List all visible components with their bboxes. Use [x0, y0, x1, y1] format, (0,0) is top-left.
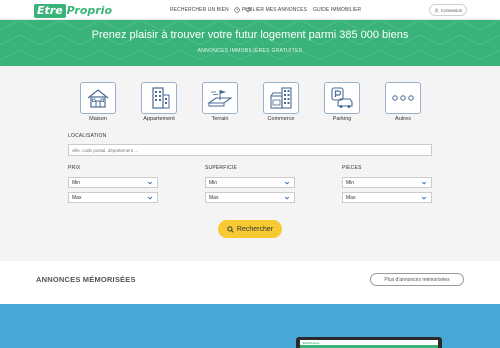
type-tile[interactable] — [385, 82, 421, 114]
nav-real-estate-guide[interactable]: GUIDE IMMOBILIER — [313, 0, 361, 20]
type-label: Commerce — [267, 116, 295, 122]
search-button-label: Rechercher — [236, 225, 274, 233]
nav-publish-listings[interactable]: PUBLIER MES ANNONCES — [242, 0, 307, 20]
surface-max-select[interactable]: Max — [205, 192, 295, 203]
surface-min-select[interactable]: Min — [205, 177, 295, 188]
type-tile[interactable] — [263, 82, 299, 114]
user-icon — [434, 8, 439, 13]
land-plot-icon — [207, 90, 233, 107]
laptop-illustration: EtreProprio — [296, 337, 442, 348]
chevron-down-icon — [284, 181, 290, 185]
parking-icon — [331, 87, 353, 108]
house-icon — [87, 89, 109, 108]
type-option-maison[interactable]: Maison — [78, 82, 118, 122]
hero-subtitle: ANNONCES IMMOBILIÈRES GRATUITES — [197, 48, 303, 54]
chevron-down-icon — [421, 196, 427, 200]
select-value: Min — [209, 179, 218, 186]
type-label: Maison — [89, 116, 107, 122]
nav-publish-label: PUBLIER MES ANNONCES — [242, 7, 308, 13]
logo-text-etre: Etre — [34, 3, 66, 18]
apartment-building-icon — [152, 87, 170, 109]
search-icon — [227, 225, 234, 233]
login-label: Connexion — [440, 7, 463, 13]
hero-title: Prenez plaisir à trouver votre futur log… — [91, 29, 409, 41]
site-logo[interactable]: Etre Proprio — [34, 3, 112, 18]
surface-label: SUPERFICIE — [205, 165, 238, 171]
type-label: Terrain — [211, 116, 229, 122]
select-value: Max — [72, 194, 82, 201]
laptop-screen: EtreProprio — [300, 340, 438, 348]
promo-band: EtreProprio — [0, 304, 500, 348]
type-label: Autres — [395, 116, 411, 122]
type-label: Parking — [332, 116, 352, 122]
select-value: Max — [209, 194, 219, 201]
chevron-down-icon — [421, 181, 427, 185]
logo-text-proprio: Proprio — [66, 3, 113, 17]
login-button[interactable]: Connexion — [429, 4, 467, 16]
rooms-label: PIECES — [342, 165, 362, 171]
nav-search-property[interactable]: RECHERCHER UN BIEN — [170, 0, 251, 20]
type-tile[interactable] — [202, 82, 238, 114]
hero-background-pattern — [0, 20, 500, 61]
select-value: Min — [346, 179, 355, 186]
type-tile[interactable] — [324, 82, 360, 114]
search-button[interactable]: Rechercher — [218, 220, 282, 238]
type-tile[interactable] — [141, 82, 177, 114]
type-option-terrain[interactable]: Terrain — [200, 82, 240, 122]
type-option-appartement[interactable]: Appartement — [139, 82, 179, 122]
nav-search-label: RECHERCHER UN BIEN — [170, 7, 229, 13]
type-option-commerce[interactable]: Commerce — [261, 82, 301, 122]
type-option-autres[interactable]: Autres — [383, 82, 423, 122]
location-label: LOCALISATION — [68, 133, 107, 139]
hero-banner: Prenez plaisir à trouver votre futur log… — [0, 20, 500, 66]
type-option-parking[interactable]: Parking — [322, 82, 362, 122]
price-label: PRIX — [68, 165, 81, 171]
store-icon — [270, 87, 292, 109]
select-value: Max — [346, 194, 356, 201]
search-panel: Maison Appartement Terrain Commerce Park… — [0, 66, 500, 261]
chevron-down-icon — [147, 181, 153, 185]
clock-icon[interactable] — [234, 7, 240, 13]
more-dots-icon — [392, 95, 414, 101]
location-input[interactable] — [68, 144, 432, 156]
price-max-select[interactable]: Max — [68, 192, 158, 203]
price-min-select[interactable]: Min — [68, 177, 158, 188]
more-memorised-listings-button[interactable]: Plus d'annonces mémorisées — [370, 273, 464, 286]
type-label: Appartement — [143, 116, 175, 122]
memorised-listings-title: ANNONCES MÉMORISÉES — [36, 275, 136, 284]
nav-guide-label: GUIDE IMMOBILIER — [313, 7, 362, 13]
property-type-selector: Maison Appartement Terrain Commerce Park… — [78, 82, 423, 127]
select-value: Min — [72, 179, 81, 186]
chevron-down-icon — [284, 196, 290, 200]
rooms-min-select[interactable]: Min — [342, 177, 432, 188]
type-tile[interactable] — [80, 82, 116, 114]
rooms-max-select[interactable]: Max — [342, 192, 432, 203]
chevron-down-icon — [147, 196, 153, 200]
top-navigation-bar: Etre Proprio RECHERCHER UN BIEN PUBLIER … — [0, 0, 500, 20]
